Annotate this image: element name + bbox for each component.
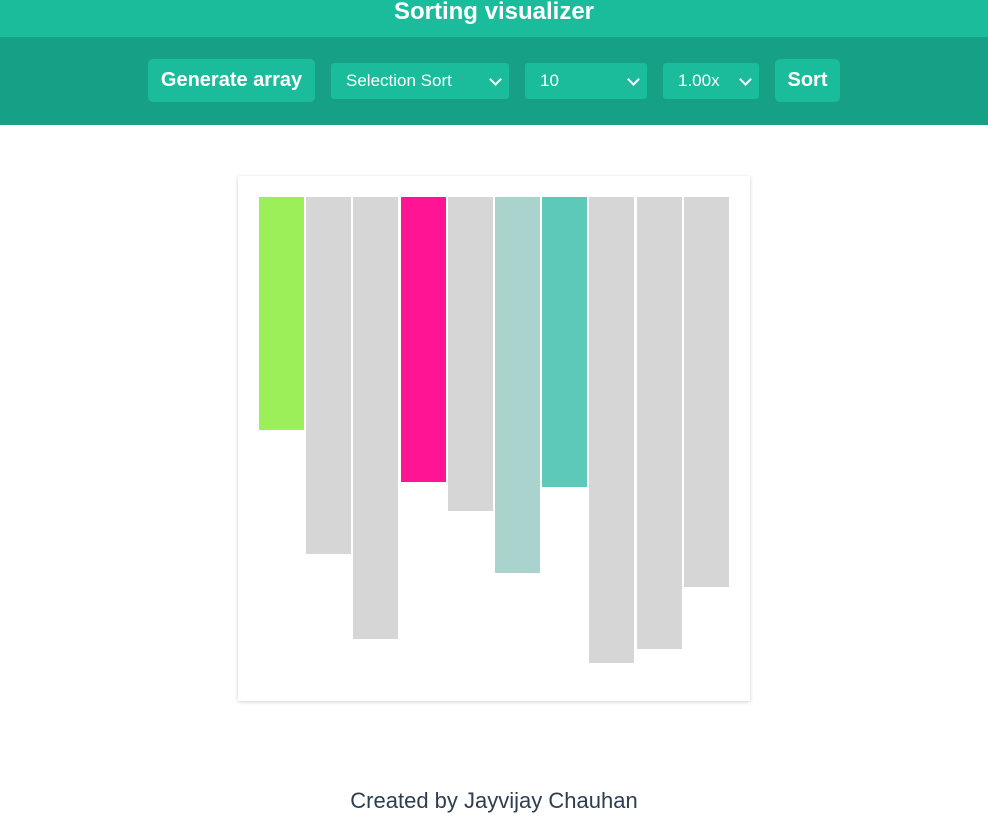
visualizer-card: [238, 176, 750, 701]
generate-array-button[interactable]: Generate array: [148, 59, 315, 102]
array-bar: [684, 197, 729, 587]
app-header: Sorting visualizer: [0, 0, 988, 37]
chevron-down-icon: [627, 73, 640, 86]
page-title: Sorting visualizer: [393, 0, 595, 25]
sort-button[interactable]: Sort: [775, 59, 840, 102]
bars-container: [259, 197, 729, 677]
toolbar: Generate array Selection Sort 10 1.00x S…: [0, 37, 988, 125]
speed-select-value: 1.00x: [678, 71, 720, 90]
chevron-down-icon: [739, 73, 752, 86]
array-bar: [542, 197, 587, 487]
array-bar: [259, 197, 304, 430]
array-bar: [589, 197, 634, 663]
array-bar: [306, 197, 351, 554]
array-bar: [448, 197, 493, 511]
chevron-down-icon: [489, 73, 502, 86]
array-bar: [637, 197, 682, 649]
algorithm-select-value: Selection Sort: [346, 71, 452, 90]
array-bar: [353, 197, 398, 639]
array-bar: [495, 197, 540, 573]
footer-credit: Created by Jayvijay Chauhan: [350, 788, 638, 813]
array-size-select-value: 10: [540, 71, 559, 90]
algorithm-select[interactable]: Selection Sort: [331, 63, 509, 99]
array-size-select[interactable]: 10: [525, 63, 647, 99]
array-bar: [401, 197, 446, 482]
speed-select[interactable]: 1.00x: [663, 63, 759, 99]
